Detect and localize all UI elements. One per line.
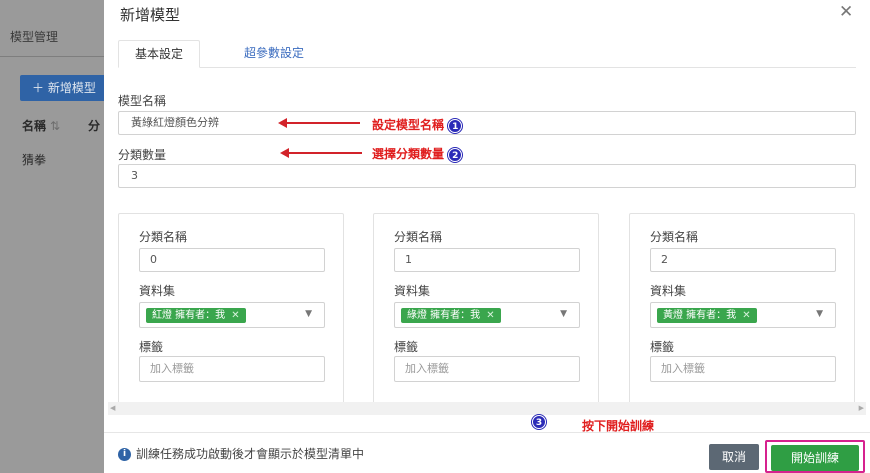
annotation-arrow-2 [280,148,362,158]
tab-hyperparameter-settings[interactable]: 超參數設定 [228,40,320,68]
tags-label: 標籤 [139,340,164,354]
class-name-label: 分類名稱 [650,230,699,244]
modal-title: 新增模型 [120,6,181,24]
bg-tab-model-management: 模型管理 [10,30,59,44]
bg-table-row: 猜拳 [22,153,47,167]
footer-info-text: 訓練任務成功啟動後才會顯示於模型清單中 [136,447,365,461]
tags-label: 標籤 [394,340,419,354]
class-name-label: 分類名稱 [139,230,188,244]
tags-label: 標籤 [650,340,675,354]
horizontal-scrollbar[interactable]: ◀ ▶ [108,402,866,415]
annotation-1-number: 1 [448,118,463,133]
class-name-input[interactable]: 0 [139,248,325,272]
dataset-tag: 黃燈 擁有者：我 ✕ [657,308,757,323]
dataset-label: 資料集 [394,284,431,298]
background-page: 模型管理 ＋ 新增模型 名稱 ⇅ 分 猜拳 [0,0,115,473]
annotation-3-number-wrap: 3 [532,414,546,429]
class-count-input[interactable]: 3 [118,164,856,188]
dataset-tag: 紅燈 擁有者：我 ✕ [146,308,246,323]
tag-remove-icon[interactable]: ✕ [231,310,239,321]
info-icon: i [118,448,131,461]
scroll-right-icon[interactable]: ▶ [859,402,864,415]
model-name-label: 模型名稱 [118,94,167,108]
annotation-2: 選擇分類數量 2 [372,145,463,162]
annotation-2-number: 2 [448,147,463,162]
start-button-highlight: 開始訓練 [765,440,865,473]
chevron-down-icon[interactable]: ▼ [305,309,312,319]
class-name-input[interactable]: 1 [394,248,580,272]
tags-input[interactable]: 加入標籤 [394,356,580,382]
tag-remove-icon[interactable]: ✕ [742,310,750,321]
class-name-input[interactable]: 2 [650,248,836,272]
scroll-left-icon[interactable]: ◀ [110,402,115,415]
annotation-1-text: 設定模型名稱 [372,118,445,132]
cancel-button[interactable]: 取消 [709,444,759,470]
dataset-label: 資料集 [139,284,176,298]
tags-input[interactable]: 加入標籤 [650,356,836,382]
dataset-tag-label: 紅燈 擁有者：我 [152,310,226,321]
tags-input[interactable]: 加入標籤 [139,356,325,382]
bg-column-name-label: 名稱 [22,119,47,133]
close-icon[interactable]: ✕ [839,2,853,22]
footer-info: i 訓練任務成功啟動後才會顯示於模型清單中 [118,445,364,462]
dataset-tag-label: 黃燈 擁有者：我 [663,310,737,321]
chevron-down-icon[interactable]: ▼ [816,309,823,319]
start-training-button[interactable]: 開始訓練 [771,445,859,471]
tab-bar: 基本設定 超參數設定 [118,40,856,68]
class-card-2: 分類名稱 2 資料集 黃燈 擁有者：我 ✕ ▼ 標籤 加入標籤 [629,213,855,414]
class-card-1: 分類名稱 1 資料集 綠燈 擁有者：我 ✕ ▼ 標籤 加入標籤 [373,213,599,414]
annotation-arrow-1 [278,118,360,128]
annotation-2-text: 選擇分類數量 [372,147,445,161]
dataset-select[interactable]: 綠燈 擁有者：我 ✕ ▼ [394,302,580,328]
bg-tab-divider [0,56,110,57]
dataset-select[interactable]: 黃燈 擁有者：我 ✕ ▼ [650,302,836,328]
tab-basic-settings[interactable]: 基本設定 [118,40,201,68]
tag-remove-icon[interactable]: ✕ [486,310,494,321]
dataset-tag-label: 綠燈 擁有者：我 [407,310,481,321]
class-cards-scroll: 分類名稱 0 資料集 紅燈 擁有者：我 ✕ ▼ 標籤 加入標籤 分類名稱 1 資料… [112,196,865,414]
model-name-input[interactable]: 黃綠紅燈顏色分辨 [118,111,856,135]
class-count-label: 分類數量 [118,148,167,162]
footer-divider [104,432,870,433]
annotation-1: 設定模型名稱 1 [372,116,463,133]
dataset-tag: 綠燈 擁有者：我 ✕ [401,308,501,323]
new-model-modal: 新增模型 ✕ 基本設定 超參數設定 模型名稱 黃綠紅燈顏色分辨 設定模型名稱 1… [104,0,870,473]
dataset-label: 資料集 [650,284,687,298]
annotation-3-number: 3 [532,414,546,429]
dataset-select[interactable]: 紅燈 擁有者：我 ✕ ▼ [139,302,325,328]
bg-new-model-button: ＋ 新增模型 [20,75,115,101]
sort-icon: ⇅ [50,119,61,133]
chevron-down-icon[interactable]: ▼ [560,309,567,319]
bg-column-class: 分 [88,119,101,133]
bg-column-name: 名稱 ⇅ [22,117,60,134]
class-name-label: 分類名稱 [394,230,443,244]
class-card-0: 分類名稱 0 資料集 紅燈 擁有者：我 ✕ ▼ 標籤 加入標籤 [118,213,344,414]
